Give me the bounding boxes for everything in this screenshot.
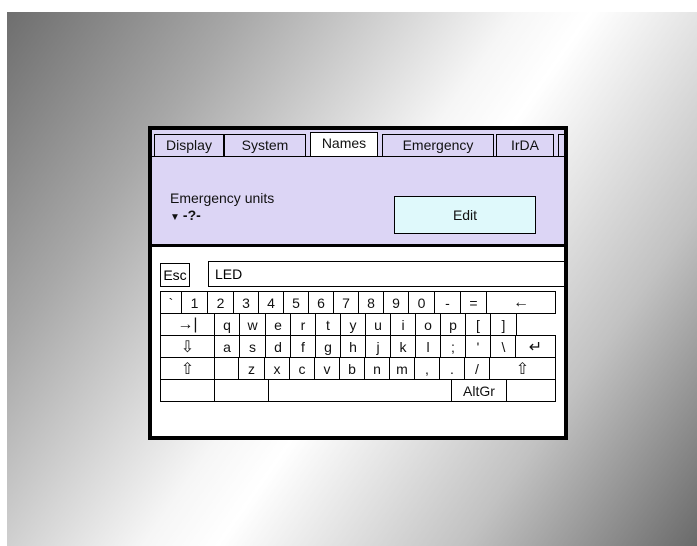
spacebar-key[interactable] [268,379,452,402]
key-r[interactable]: r [290,313,316,336]
key-m[interactable]: m [389,357,415,380]
key-6[interactable]: 6 [308,291,334,314]
key-p[interactable]: p [440,313,466,336]
key-y[interactable]: y [340,313,366,336]
key-c[interactable]: c [289,357,315,380]
emergency-units-label: Emergency units [170,190,275,206]
key-o[interactable]: o [415,313,441,336]
key-[[interactable]: [ [465,313,491,336]
tab-system[interactable]: System [224,134,306,156]
tab-baseline [152,156,564,157]
tab-emergency[interactable]: Emergency [382,134,494,156]
key-u[interactable]: u [365,313,391,336]
edit-button[interactable]: Edit [394,196,536,234]
key-'[interactable]: ' [465,335,491,358]
key-.[interactable]: . [439,357,465,380]
key-z[interactable]: z [238,357,265,380]
key-j[interactable]: j [365,335,391,358]
key-0[interactable]: 0 [408,291,435,314]
triangle-down-icon: ▼ [170,212,180,223]
capslock-arrow-icon[interactable]: ⇩ [160,335,215,358]
key-9[interactable]: 9 [383,291,409,314]
key-ctrl-blank[interactable] [160,379,215,402]
tab-display[interactable]: Display [154,134,224,156]
key-blank-left[interactable] [214,357,239,380]
key-k[interactable]: k [390,335,416,358]
key-backtick[interactable]: ` [160,291,182,314]
key-3[interactable]: 3 [233,291,259,314]
tab-arrow-icon[interactable]: →| [160,313,215,336]
key-d[interactable]: d [265,335,291,358]
key-alt-blank[interactable] [214,379,269,402]
key-][interactable]: ] [490,313,517,336]
key-s[interactable]: s [239,335,266,358]
tab-names[interactable]: Names [310,132,378,156]
key-v[interactable]: v [314,357,340,380]
key-,[interactable]: , [414,357,440,380]
text-input-field[interactable]: LED [208,261,564,287]
key-t[interactable]: t [315,313,341,336]
key-x[interactable]: x [264,357,290,380]
key-8[interactable]: 8 [358,291,384,314]
key-right-blank[interactable] [506,379,556,402]
shift-right-arrow-icon[interactable]: ⇧ [489,357,556,380]
altgr-key[interactable]: AltGr [451,379,507,402]
key-1[interactable]: 1 [181,291,208,314]
emergency-units-value: -?- [182,207,201,223]
key-=[interactable]: = [460,291,487,314]
key-b[interactable]: b [339,357,365,380]
key-5[interactable]: 5 [283,291,309,314]
key-h[interactable]: h [340,335,366,358]
emergency-units-dropdown[interactable]: ▼ -?- [170,207,201,223]
key-7[interactable]: 7 [333,291,359,314]
key--[interactable]: - [434,291,461,314]
key-i[interactable]: i [390,313,416,336]
key-l[interactable]: l [415,335,441,358]
backspace-arrow-icon[interactable]: ← [486,291,556,314]
tab-irda[interactable]: IrDA [496,134,554,156]
tab-overflow[interactable] [558,134,564,156]
key-2[interactable]: 2 [207,291,234,314]
key-n[interactable]: n [364,357,390,380]
esc-button[interactable]: Esc [160,263,190,287]
panel-divider [152,244,564,247]
settings-panel: Display System Names Emergency IrDA Emer… [152,130,564,244]
key-q[interactable]: q [214,313,240,336]
key-w[interactable]: w [239,313,266,336]
key-;[interactable]: ; [440,335,466,358]
enter-arrow-icon[interactable]: ↵ [515,335,556,358]
key-g[interactable]: g [315,335,341,358]
key-e[interactable]: e [265,313,291,336]
key-backslash[interactable]: \ [490,335,517,358]
key-a[interactable]: a [214,335,240,358]
key-/[interactable]: / [464,357,490,380]
shift-left-arrow-icon[interactable]: ⇧ [160,357,215,380]
device-frame: Display System Names Emergency IrDA Emer… [148,126,568,440]
device-screen: Display System Names Emergency IrDA Emer… [152,130,564,436]
key-4[interactable]: 4 [258,291,284,314]
key-f[interactable]: f [290,335,316,358]
